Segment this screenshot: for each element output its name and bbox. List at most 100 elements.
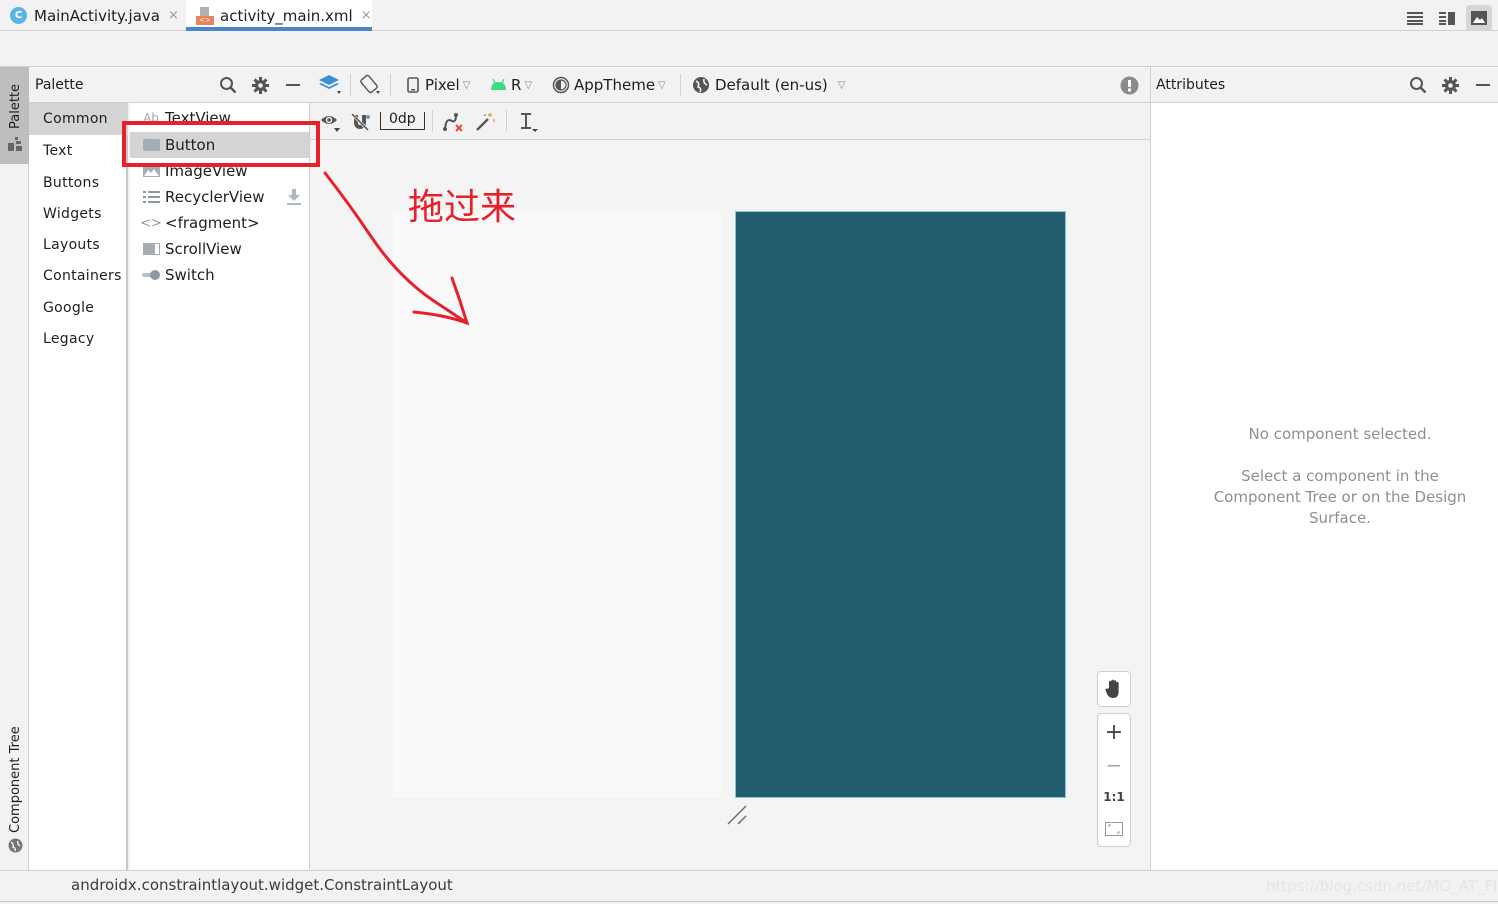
zoom-controls: + − 1:1 bbox=[1097, 713, 1131, 847]
switch-icon bbox=[142, 268, 160, 282]
attributes-minimize-button[interactable] bbox=[1473, 75, 1493, 95]
selected-layout-path[interactable]: androidx.constraintlayout.widget.Constra… bbox=[71, 876, 453, 894]
attributes-title: Attributes bbox=[1156, 77, 1226, 93]
globe-icon bbox=[8, 838, 23, 853]
design-view-button[interactable] bbox=[1466, 5, 1492, 31]
search-icon bbox=[1410, 77, 1427, 94]
xml-layout-icon: <> bbox=[196, 6, 214, 25]
constraint-toolbar bbox=[310, 103, 1150, 140]
palette-category-google[interactable]: Google bbox=[29, 292, 128, 324]
tab-label: MainActivity.java bbox=[34, 6, 160, 25]
palette-tool-window-button[interactable]: Palette bbox=[0, 67, 29, 164]
pan-button[interactable] bbox=[1097, 671, 1131, 707]
zoom-to-fit-button[interactable] bbox=[1098, 813, 1130, 845]
split-view-icon bbox=[1439, 12, 1455, 25]
guidelines-button[interactable] bbox=[518, 110, 540, 134]
close-icon[interactable]: × bbox=[168, 8, 179, 23]
clear-constraints-icon bbox=[443, 113, 463, 132]
no-component-hint: Select a component in the Component Tree… bbox=[1213, 467, 1467, 527]
palette-settings-button[interactable] bbox=[250, 75, 270, 95]
theme-icon bbox=[552, 76, 570, 94]
palette-item-label: Switch bbox=[165, 266, 215, 284]
resize-handle[interactable] bbox=[726, 804, 750, 828]
zoom-in-button[interactable]: + bbox=[1098, 716, 1130, 748]
theme-selector[interactable]: AppTheme ▽ bbox=[552, 73, 666, 97]
warning-icon bbox=[1120, 76, 1139, 94]
chevron-down-icon: ▽ bbox=[658, 79, 666, 91]
clear-constraints-button[interactable] bbox=[442, 110, 464, 134]
phone-icon bbox=[407, 77, 419, 93]
watermark: https://blog.csdn.net/MO_AT_FI bbox=[1266, 877, 1498, 895]
infer-constraints-button[interactable] bbox=[474, 110, 496, 134]
code-view-button[interactable] bbox=[1402, 5, 1428, 31]
autoconnect-toggle[interactable] bbox=[350, 110, 370, 134]
fit-screen-icon bbox=[1105, 822, 1123, 836]
device-selector[interactable]: Pixel ▽ bbox=[407, 73, 470, 97]
palette-category-text[interactable]: Text bbox=[29, 135, 128, 167]
minimize-icon bbox=[286, 84, 300, 86]
rotate-device-icon bbox=[360, 74, 380, 94]
palette-category-layouts[interactable]: Layouts bbox=[29, 229, 128, 261]
palette-item-recyclerview[interactable]: RecyclerView bbox=[130, 184, 309, 210]
view-mode-bar bbox=[0, 31, 1498, 67]
search-icon bbox=[220, 77, 237, 94]
design-mode-button[interactable] bbox=[318, 73, 342, 97]
list-icon bbox=[142, 190, 160, 204]
api-level-selector[interactable]: R ▽ bbox=[490, 73, 532, 97]
palette-item-label: <fragment> bbox=[165, 214, 260, 232]
eye-icon bbox=[321, 116, 340, 132]
default-margin-selector[interactable]: 0dp bbox=[380, 109, 425, 133]
close-icon[interactable]: × bbox=[361, 8, 372, 23]
download-icon[interactable] bbox=[287, 189, 301, 209]
gear-icon bbox=[251, 76, 269, 94]
palette-item-switch[interactable]: Switch bbox=[130, 262, 309, 288]
palette-category-common[interactable]: Common bbox=[29, 103, 128, 135]
toolbar-separator bbox=[350, 74, 351, 96]
component-tree-strip-label: Component Tree bbox=[8, 726, 23, 833]
palette-icon bbox=[8, 137, 22, 151]
palette-item-fragment[interactable]: <> <fragment> bbox=[130, 210, 309, 236]
code-view-icon bbox=[1407, 12, 1423, 25]
palette-item-list: Ab TextView Button ImageView RecyclerVie… bbox=[130, 103, 310, 870]
annotation-text: 拖过来 bbox=[408, 187, 517, 228]
split-view-button[interactable] bbox=[1434, 5, 1460, 31]
margin-value: 0dp bbox=[380, 112, 425, 130]
tab-mainactivity-java[interactable]: C MainActivity.java × bbox=[10, 0, 179, 31]
palette-search-button[interactable] bbox=[218, 75, 238, 95]
no-component-message: No component selected. bbox=[1248, 425, 1432, 443]
zoom-out-button[interactable]: − bbox=[1098, 749, 1130, 781]
minimize-icon bbox=[1476, 84, 1490, 86]
locale-label: Default (en-us) bbox=[715, 76, 828, 94]
issues-button[interactable] bbox=[1120, 73, 1139, 97]
locale-selector[interactable]: Default (en-us) ▽ bbox=[692, 73, 845, 97]
view-options-button[interactable] bbox=[320, 110, 342, 134]
palette-strip-label: Palette bbox=[8, 83, 23, 129]
api-label: R bbox=[511, 76, 522, 94]
palette-minimize-button[interactable] bbox=[283, 75, 303, 95]
layers-icon bbox=[319, 75, 341, 94]
zoom-actual-size-button[interactable]: 1:1 bbox=[1098, 781, 1130, 813]
globe-icon bbox=[693, 77, 709, 93]
palette-category-buttons[interactable]: Buttons bbox=[29, 167, 128, 199]
attributes-settings-button[interactable] bbox=[1440, 75, 1460, 95]
java-class-icon: C bbox=[10, 7, 27, 24]
android-icon bbox=[491, 79, 506, 90]
attributes-search-button[interactable] bbox=[1408, 75, 1428, 95]
component-tree-tool-window-button[interactable]: Component Tree bbox=[0, 720, 29, 860]
toolbar-separator bbox=[680, 74, 681, 96]
tab-label: activity_main.xml bbox=[220, 6, 353, 25]
palette-category-containers[interactable]: Containers bbox=[29, 260, 128, 292]
hand-icon bbox=[1105, 679, 1119, 698]
palette-item-scrollview[interactable]: ScrollView bbox=[130, 236, 309, 262]
palette-category-widgets[interactable]: Widgets bbox=[29, 198, 128, 230]
palette-category-list: Common Text Buttons Widgets Layouts Cont… bbox=[29, 103, 128, 870]
blueprint-surface[interactable] bbox=[735, 211, 1066, 798]
toolbar-separator bbox=[432, 110, 433, 132]
palette-category-legacy[interactable]: Legacy bbox=[29, 323, 128, 355]
orientation-button[interactable] bbox=[358, 73, 382, 97]
magic-wand-icon bbox=[476, 113, 495, 131]
palette-title: Palette bbox=[35, 77, 84, 93]
palette-item-label: RecyclerView bbox=[165, 188, 265, 206]
scrollview-icon bbox=[142, 242, 160, 256]
guideline-icon bbox=[521, 113, 538, 132]
